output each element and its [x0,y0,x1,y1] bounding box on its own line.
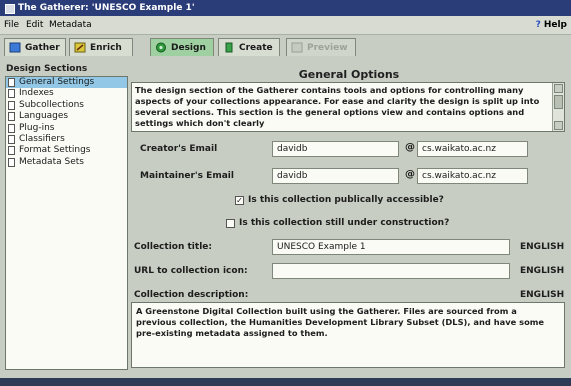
collection-title-label: Collection title: [134,242,212,252]
design-icon [156,42,166,53]
tab-create[interactable]: Create [218,38,280,56]
desktop-taskbar [0,378,571,386]
collection-description-language[interactable]: ENGLISH [520,290,564,300]
section-description: The design section of the Gatherer conta… [131,82,565,132]
sidebar-item-label: Classifiers [19,133,65,144]
gatherer-window: The Gatherer: 'UNESCO Example 1' File Ed… [0,0,571,378]
design-sections-list: General Settings Indexes Subcollections … [5,76,128,370]
creator-email-user-field[interactable]: davidb [272,141,399,157]
maintainer-at-symbol: @ [405,169,415,180]
tab-design[interactable]: Design [150,38,214,56]
tab-create-label: Create [239,43,273,53]
document-icon [8,100,15,110]
collection-title-language[interactable]: ENGLISH [520,242,564,252]
help-icon: ? [535,20,541,30]
maintainer-email-label: Maintainer's Email [140,171,234,181]
document-icon [8,157,15,167]
tab-design-label: Design [171,43,206,53]
sidebar-item-classifiers[interactable]: Classifiers [6,134,127,145]
sidebar-item-label: Plug-ins [19,122,55,133]
under-construction-label: Is this collection still under construct… [239,218,450,228]
tab-preview-label: Preview [307,43,348,53]
document-icon [8,89,15,99]
sidebar-item-plug-ins[interactable]: Plug-ins [6,123,127,134]
sidebar-item-indexes[interactable]: Indexes [6,88,127,99]
tab-enrich-label: Enrich [90,43,122,53]
document-icon [8,123,15,133]
document-icon [8,78,15,87]
preview-icon [291,42,303,53]
scroll-up-icon[interactable] [554,84,563,93]
collection-icon-field[interactable] [272,263,510,279]
maintainer-email-user-field[interactable]: davidb [272,168,399,184]
document-icon [8,146,15,156]
gather-icon [9,42,21,53]
window-title: The Gatherer: 'UNESCO Example 1' [18,3,195,13]
menu-file[interactable]: File [4,16,19,34]
sidebar-item-label: General Settings [19,77,95,87]
window-menu-icon[interactable] [5,4,15,14]
sidebar-item-label: Metadata Sets [19,156,84,167]
sidebar-item-label: Subcollections [19,99,84,110]
scroll-thumb[interactable] [554,95,563,109]
creator-email-domain-field[interactable]: cs.waikato.ac.nz [417,141,528,157]
menu-bar: File Edit Metadata ? Help [0,16,571,35]
tab-gather-label: Gather [25,43,60,53]
help-label: Help [543,20,567,30]
sidebar-title: Design Sections [6,64,88,74]
enrich-icon [74,42,86,53]
sidebar-item-label: Languages [19,111,69,122]
collection-description-text: A Greenstone Digital Collection built us… [136,306,545,338]
public-access-checkbox[interactable]: ✓ [235,196,244,205]
maintainer-email-domain-field[interactable]: cs.waikato.ac.nz [417,168,528,184]
public-access-label: Is this collection publically accessible… [248,195,444,205]
create-icon [225,42,233,53]
help-button[interactable]: ? Help [536,16,567,34]
creator-email-label: Creator's Email [140,144,218,154]
sidebar-item-general-settings[interactable]: General Settings [6,77,127,89]
document-icon [8,112,15,122]
sidebar-item-format-settings[interactable]: Format Settings [6,145,127,156]
title-bar: The Gatherer: 'UNESCO Example 1' [0,0,571,16]
menu-metadata[interactable]: Metadata [49,16,92,34]
sidebar-item-metadata-sets[interactable]: Metadata Sets [6,157,127,168]
collection-description-field[interactable]: A Greenstone Digital Collection built us… [131,302,565,368]
description-scrollbar[interactable] [552,83,564,131]
sidebar-item-languages[interactable]: Languages [6,111,127,122]
collection-icon-language[interactable]: ENGLISH [520,266,564,276]
tab-gather[interactable]: Gather [4,38,66,56]
collection-title-field[interactable]: UNESCO Example 1 [272,239,510,255]
sidebar-item-subcollections[interactable]: Subcollections [6,100,127,111]
collection-icon-label: URL to collection icon: [134,266,248,276]
creator-at-symbol: @ [405,142,415,153]
collection-description-label: Collection description: [134,290,249,300]
menu-edit[interactable]: Edit [26,16,43,34]
tab-bar: Gather Enrich Design Create Preview [0,35,571,59]
tab-preview[interactable]: Preview [286,38,356,56]
sidebar-item-label: Format Settings [19,145,91,156]
tab-enrich[interactable]: Enrich [69,38,133,56]
page-title: General Options [298,68,400,81]
document-icon [8,134,15,144]
section-description-text: The design section of the Gatherer conta… [135,85,540,129]
scroll-down-icon[interactable] [554,121,563,130]
under-construction-checkbox[interactable] [226,219,235,228]
sidebar-item-label: Indexes [19,88,54,99]
